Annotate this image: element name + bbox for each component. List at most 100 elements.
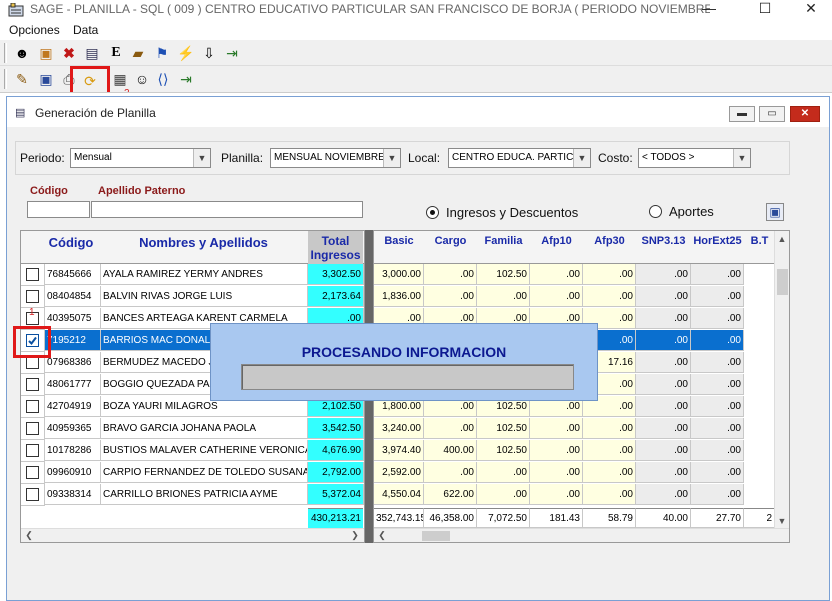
value-cell[interactable]: .00 [583,484,636,505]
column-header[interactable]: SNP3.13 [636,235,691,247]
table-row[interactable]: 1,836.00.00.00.00.00.00.00 [374,286,774,308]
box-icon[interactable]: ▣ [36,44,56,62]
value-cell[interactable]: 3,000.00 [374,264,424,285]
chevron-down-icon[interactable]: ▼ [733,149,750,167]
value-cell[interactable]: .00 [583,286,636,307]
codigo-cell[interactable]: 48061777 [45,374,101,395]
value-cell[interactable]: .00 [477,286,530,307]
value-cell[interactable]: .00 [691,264,744,285]
value-cell[interactable]: .00 [636,462,691,483]
value-cell[interactable]: .00 [636,264,691,285]
value-cell[interactable]: .00 [636,352,691,373]
column-header[interactable]: HorExt25 [691,235,744,247]
table-row[interactable]: 09338314 CARRILLO BRIONES PATRICIA AYME 5,… [21,484,364,506]
help-e-icon[interactable]: E [106,44,126,62]
chevron-down-icon[interactable]: ▼ [573,149,590,167]
row-checkbox[interactable] [26,422,39,435]
table-row[interactable]: 40959365 BRAVO GARCIA JOHANA PAOLA 3,542.5… [21,418,364,440]
ingresos-radio-label[interactable]: Ingresos y Descuentos [446,205,578,220]
left-horizontal-scrollbar[interactable]: ❮ ❯ [21,528,364,542]
codigo-cell[interactable]: 76845666 [45,264,101,285]
table-row[interactable]: 2,592.00.00.00.00.00.00.00 [374,462,774,484]
value-cell[interactable]: .00 [477,462,530,483]
value-cell[interactable]: .00 [691,418,744,439]
total-cell[interactable]: 2,792.00 [308,462,364,483]
value-cell[interactable]: .00 [691,308,744,329]
row-checkbox[interactable] [26,290,39,303]
nombre-cell[interactable]: AYALA RAMIREZ YERMY ANDRES [101,264,308,285]
value-cell[interactable]: .00 [424,286,477,307]
column-header[interactable]: Basic [374,235,424,247]
table-row[interactable]: 76845666 AYALA RAMIREZ YERMY ANDRES 3,302.… [21,264,364,286]
row-checkbox[interactable] [26,356,39,369]
menu-opciones[interactable]: Opciones [9,22,60,38]
value-cell[interactable]: .00 [691,462,744,483]
value-cell[interactable]: .00 [583,418,636,439]
total-header[interactable]: Total Ingresos [308,231,363,264]
edit-icon[interactable]: ✎ [12,70,32,88]
chevron-down-icon[interactable]: ▼ [193,149,210,167]
users-icon[interactable]: ☻ [12,44,32,62]
value-cell[interactable]: .00 [583,440,636,461]
value-cell[interactable]: .00 [636,286,691,307]
row-checkbox[interactable] [26,268,39,281]
scroll-left-icon[interactable]: ❮ [376,527,388,542]
value-cell[interactable]: .00 [530,418,583,439]
scroll-thumb[interactable] [777,269,788,295]
aportes-radio-label[interactable]: Aportes [669,204,714,219]
exit-icon[interactable]: ⇥ [176,70,196,88]
value-cell[interactable]: .00 [636,396,691,417]
value-cell[interactable]: .00 [530,440,583,461]
periodo-select[interactable]: Mensual ▼ [70,148,211,168]
value-cell[interactable]: .00 [636,308,691,329]
value-cell[interactable]: .00 [691,374,744,395]
right-horizontal-scrollbar[interactable]: ❮ [374,528,789,542]
menu-data[interactable]: Data [73,22,98,38]
nombre-cell[interactable]: CARRILLO BRIONES PATRICIA AYME [101,484,308,505]
row-checkbox[interactable] [26,334,39,347]
scroll-thumb[interactable] [422,531,450,541]
column-header[interactable]: Familia [477,235,530,247]
value-cell[interactable]: .00 [530,484,583,505]
scroll-up-icon[interactable]: ▲ [775,231,789,247]
vertical-scrollbar[interactable]: ▲ ▼ [774,231,789,528]
child-close-button[interactable]: ✕ [790,106,820,122]
minimize-button[interactable]: — [694,0,724,20]
table-row[interactable]: 09960910 CARPIO FERNANDEZ DE TOLEDO SUSAN… [21,462,364,484]
scroll-down-icon[interactable]: ▼ [775,513,789,529]
scroll-left-icon[interactable]: ❮ [23,527,35,542]
value-cell[interactable]: .00 [583,462,636,483]
nombres-header[interactable]: Nombres y Apellidos [101,235,306,250]
total-cell[interactable]: 3,302.50 [308,264,364,285]
codigo-cell[interactable]: 07968386 [45,352,101,373]
table-row[interactable]: 3,000.00.00 102.50.00.00.00.00 [374,264,774,286]
row-checkbox[interactable] [26,444,39,457]
table-row[interactable]: 08404854 BALVIN RIVAS JORGE LUIS 2,173.64 [21,286,364,308]
value-cell[interactable]: .00 [583,264,636,285]
lightning-icon[interactable]: ⚡ [176,44,196,62]
value-cell[interactable]: 102.50 [477,264,530,285]
codigo-cell[interactable]: 08404854 [45,286,101,307]
chevron-down-icon[interactable]: ▼ [383,149,400,167]
table-row[interactable]: 4,550.04 622.00.00.00.00.00.00 [374,484,774,506]
value-cell[interactable]: .00 [636,418,691,439]
table-row[interactable]: 3,240.00.00 102.50.00.00.00.00 [374,418,774,440]
value-cell[interactable]: .00 [530,462,583,483]
value-cell[interactable]: .00 [530,264,583,285]
download-icon[interactable]: ⇩ [199,44,219,62]
nombre-cell[interactable]: BRAVO GARCIA JOHANA PAOLA [101,418,308,439]
value-cell[interactable]: .00 [636,484,691,505]
planilla-select[interactable]: MENSUAL NOVIEMBRE ▼ [270,148,401,168]
codigo-cell[interactable]: 09338314 [45,484,101,505]
row-checkbox[interactable] [26,488,39,501]
save-icon[interactable]: ▣ [766,203,784,221]
ingresos-radio[interactable] [426,206,439,219]
value-cell[interactable]: 102.50 [477,418,530,439]
nombre-cell[interactable]: CARPIO FERNANDEZ DE TOLEDO SUSANA ELIZ [101,462,308,483]
value-cell[interactable]: 3,240.00 [374,418,424,439]
codigo-cell[interactable]: 42704919 [45,396,101,417]
child-minimize-button[interactable]: ▬ [729,106,755,122]
apellido-search-input[interactable] [91,201,363,218]
preview-icon[interactable]: ▦ [110,70,130,88]
row-checkbox[interactable] [26,378,39,391]
